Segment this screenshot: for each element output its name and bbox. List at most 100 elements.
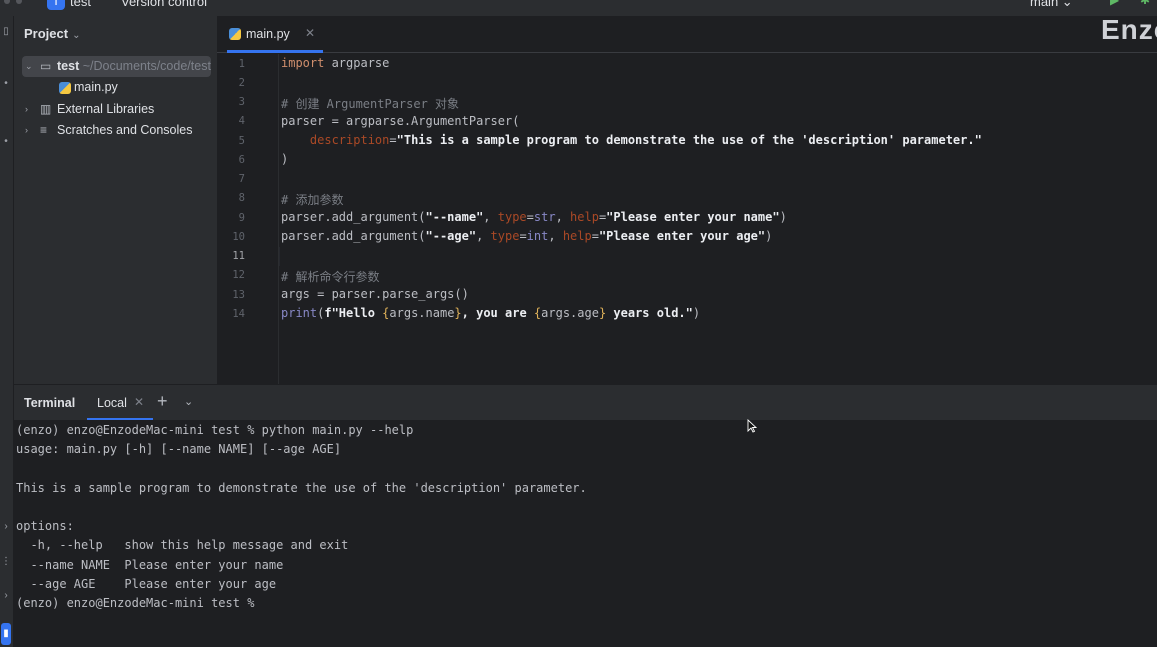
code-token-param: description: [309, 133, 390, 147]
code-token-string: f"Hello: [324, 306, 383, 320]
code-token-string: years old.": [606, 306, 693, 320]
run-icon[interactable]: ▶: [1110, 0, 1119, 7]
chevron-down-icon[interactable]: ⌄: [184, 395, 193, 408]
code-line-12: # 解析命令行参数: [281, 270, 380, 284]
library-icon: ▥: [40, 102, 52, 116]
root-folder-name: test: [57, 59, 80, 73]
code-token: ,: [548, 229, 563, 243]
problems-tool-icon[interactable]: ⋮: [1, 556, 11, 567]
code-token: ,: [476, 229, 491, 243]
code-line-3: # 创建 ArgumentParser 对象: [281, 97, 460, 111]
terminal-line: --age AGE Please enter your age: [16, 577, 277, 591]
code-token: =: [389, 133, 397, 147]
python-file-icon: [229, 28, 241, 40]
chevron-right-icon[interactable]: ›: [25, 99, 28, 120]
tree-item-scratches[interactable]: › ≡ Scratches and Consoles: [22, 120, 211, 141]
terminal-header: Terminal Local ✕ + ⌄: [14, 384, 1157, 421]
root-folder-path: ~/Documents/code/test: [82, 59, 211, 73]
tab-main-py[interactable]: main.py ✕: [227, 16, 323, 53]
terminal-line: This is a sample program to demonstrate …: [16, 481, 587, 495]
close-icon[interactable]: ✕: [134, 395, 144, 409]
line-number: 14: [232, 308, 245, 320]
code-token: parser.add_argument(: [281, 229, 426, 243]
project-panel-header[interactable]: Project ⌄: [24, 26, 80, 41]
services-tool-icon[interactable]: ›: [1, 590, 11, 601]
terminal-line: (enzo) enzo@EnzodeMac-mini test % python…: [16, 423, 414, 437]
code-token: =: [591, 229, 599, 243]
python-file-icon: [59, 82, 71, 94]
scratches-icon: ≡: [40, 123, 48, 137]
tree-item-label: main.py: [74, 80, 118, 94]
code-token-string: , you are: [461, 306, 534, 320]
line-number: 2: [238, 77, 245, 89]
code-token-param: help: [562, 229, 592, 243]
line-number: 6: [238, 154, 245, 166]
line-number: 9: [238, 212, 245, 224]
terminal-tool-icon[interactable]: ▮: [1, 623, 11, 645]
commit-tool-icon[interactable]: •: [1, 78, 11, 89]
terminal-prompt: (enzo) enzo@EnzodeMac-mini test %: [16, 596, 255, 610]
new-terminal-icon[interactable]: +: [157, 391, 168, 412]
code-line-9: parser.add_argument("--name", type=str, …: [281, 210, 787, 224]
code-token: ,: [483, 210, 498, 224]
tool-window-strip: ▯ • • › ⋮ › ▮: [0, 16, 14, 647]
main-toolbar: T test Version control main ⌄ ▶ ✱: [0, 0, 1157, 16]
project-tool-icon[interactable]: ▯: [1, 26, 11, 37]
code-line-5: description="This is a sample program to…: [281, 133, 982, 147]
terminal-line: -h, --help show this help message and ex…: [16, 538, 349, 552]
tree-item-main-py[interactable]: main.py: [22, 77, 211, 98]
terminal-line: --name NAME Please enter your name: [16, 558, 284, 572]
line-number: 8: [238, 192, 245, 204]
chevron-down-icon[interactable]: ⌄: [25, 56, 33, 77]
code-line-1: import argparse: [281, 56, 389, 70]
code-token-string: "This is a sample program to demonstrate…: [396, 133, 982, 147]
code-line-6: ): [281, 152, 289, 166]
line-number: 1: [238, 58, 245, 70]
code-token: ): [765, 229, 773, 243]
code-token-string: "--name": [425, 210, 484, 224]
code-token-param: type: [490, 229, 520, 243]
terminal-tab-local[interactable]: Local ✕: [87, 385, 153, 421]
debug-icon[interactable]: ✱: [1140, 0, 1150, 7]
code-line-13: args = parser.parse_args(): [281, 287, 469, 301]
structure-tool-icon[interactable]: •: [1, 136, 11, 147]
chevron-down-icon: ⌄: [72, 30, 81, 41]
line-number: 12: [232, 269, 245, 281]
branch-selector[interactable]: main ⌄: [1030, 0, 1073, 10]
folder-icon: ▭: [40, 59, 52, 73]
code-token: =: [519, 229, 527, 243]
tree-item-label: External Libraries: [57, 102, 155, 116]
chevron-right-icon[interactable]: ›: [25, 120, 28, 141]
vcs-menu[interactable]: Version control: [121, 0, 207, 9]
code-token-param: type: [497, 210, 527, 224]
tree-item-label: Scratches and Consoles: [57, 123, 193, 137]
code-token-string: "Please enter your name": [606, 210, 780, 224]
project-switcher[interactable]: test: [70, 0, 91, 9]
code-line-8: # 添加参数: [281, 193, 344, 207]
line-number-gutter[interactable]: 1 2 3 4 5 6 7 8 9 10 11 12 13 14: [217, 54, 279, 384]
window-minimize-dot[interactable]: [16, 0, 22, 4]
line-number-current: 11: [232, 250, 245, 262]
terminal-output[interactable]: (enzo) enzo@EnzodeMac-mini test % python…: [14, 420, 1157, 647]
code-token-brace: }: [454, 306, 462, 320]
terminal-line: usage: main.py [-h] [--name NAME] [--age…: [16, 442, 342, 456]
code-token: args.name: [389, 306, 455, 320]
project-badge[interactable]: T: [47, 0, 65, 10]
code-token-builtin: int: [526, 229, 549, 243]
python-console-icon[interactable]: ›: [1, 521, 11, 532]
code-token-keyword: import: [281, 56, 325, 70]
code-token: args.age: [541, 306, 599, 320]
code-line-4: parser = argparse.ArgumentParser(: [281, 114, 520, 128]
close-icon[interactable]: ✕: [305, 26, 315, 40]
window-close-dot[interactable]: [4, 0, 10, 4]
code-token-builtin: print: [281, 306, 318, 320]
project-panel: Project ⌄ ⌄ ▭ test ~/Documents/code/test …: [14, 16, 217, 384]
code-token: ): [692, 306, 701, 320]
project-panel-title: Project: [24, 26, 69, 41]
code-token: ): [779, 210, 787, 224]
tree-item-root[interactable]: ⌄ ▭ test ~/Documents/code/test: [22, 56, 211, 77]
tree-item-external-libraries[interactable]: › ▥ External Libraries: [22, 99, 211, 120]
code-editor[interactable]: import argparse # 创建 ArgumentParser 对象 p…: [280, 54, 1157, 384]
terminal-line: options:: [16, 519, 74, 533]
code-token: parser.add_argument(: [281, 210, 426, 224]
